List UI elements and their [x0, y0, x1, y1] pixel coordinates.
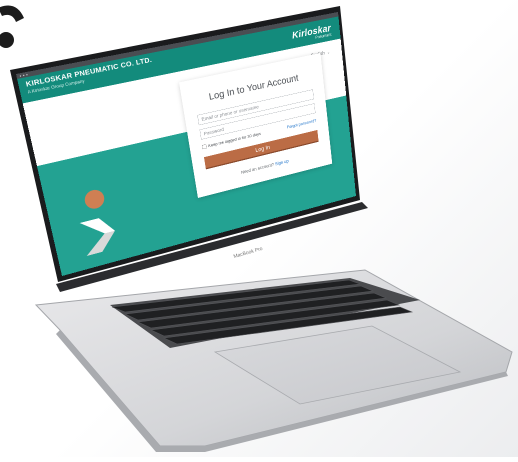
- laptop: MacBook Pro ● ● ● KIRLOSKAR PNEUMATIC CO…: [0, 0, 518, 457]
- chevron-down-icon: ⌄: [326, 49, 331, 55]
- need-account-text: Need an account?: [240, 161, 275, 175]
- signup-link[interactable]: Sign up: [275, 158, 289, 166]
- kirloskar-logo[interactable]: Kirloskar Pneumatic: [291, 23, 331, 45]
- forgot-password-link[interactable]: Forgot password?: [287, 118, 317, 129]
- keyboard-brand-label: MacBook Pro: [233, 246, 264, 260]
- keep-logged-in-checkbox[interactable]: [202, 144, 207, 150]
